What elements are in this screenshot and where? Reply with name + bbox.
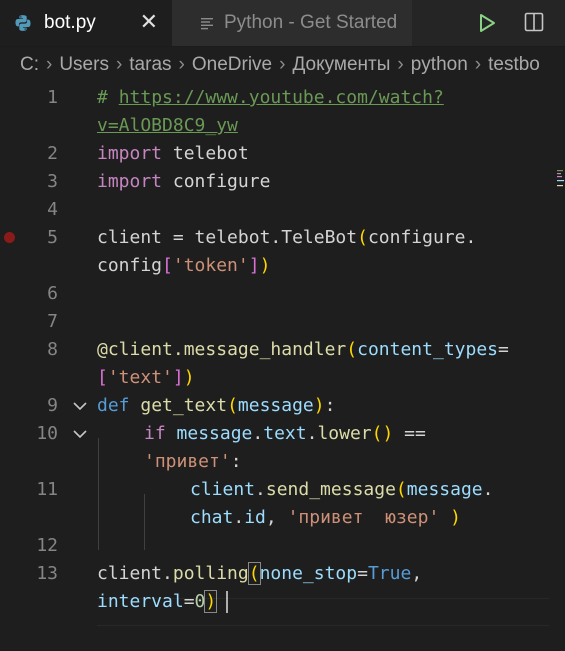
code-text: interval=0) [97, 590, 218, 613]
code-line-13[interactable]: 13 client.polling(none_stop=True, [0, 560, 565, 588]
code-text: v=AlOBD8C9_yw [97, 112, 238, 140]
comment-link[interactable]: v=AlOBD8C9_yw [97, 115, 238, 136]
code-text: client.send_message(message. [190, 479, 494, 500]
code-line-8-wrap[interactable]: ['text']) [0, 364, 565, 392]
code-text: ['text']) [97, 367, 195, 388]
chevron-right-icon: › [46, 54, 53, 75]
breadcrumb-item[interactable]: OneDrive [192, 54, 272, 76]
split-editor-icon[interactable] [524, 11, 544, 33]
chevron-right-icon: › [178, 54, 185, 75]
code-line-2[interactable]: 2 import telebot [0, 140, 565, 168]
chevron-right-icon: › [474, 54, 482, 75]
code-editor[interactable]: 1 # https://www.youtube.com/watch? v=AlO… [0, 84, 565, 651]
code-text: config['token']) [97, 255, 271, 276]
breadcrumb-item[interactable]: taras [129, 54, 171, 76]
tab-label: Python - Get Started [224, 12, 398, 33]
code-line-1[interactable]: 1 # https://www.youtube.com/watch? [0, 84, 565, 112]
line-number: 12 [36, 535, 58, 556]
line-number: 13 [36, 563, 58, 584]
tab-python-get-started[interactable]: Python - Get Started [172, 0, 412, 46]
code-text: client = telebot.TeleBot(configure. [97, 227, 477, 248]
code-line-11[interactable]: 11 client.send_message(message. [0, 476, 565, 504]
tab-label: bot.py [44, 12, 96, 33]
chevron-right-icon: › [397, 54, 404, 75]
breadcrumb: C: › Users › taras › OneDrive › Документ… [0, 47, 565, 83]
code-text: 'привет': [144, 451, 242, 472]
run-play-icon[interactable] [477, 12, 497, 34]
code-text: if message.text.lower() == [144, 423, 426, 444]
chevron-right-icon: › [279, 54, 286, 75]
line-number: 2 [47, 143, 58, 164]
close-tab-icon[interactable]: ✕ [140, 11, 158, 33]
code-line-6[interactable]: 6 [0, 280, 565, 308]
breadcrumb-item[interactable]: Users [59, 54, 109, 76]
line-number: 8 [47, 339, 58, 360]
line-number: 10 [36, 423, 58, 444]
code-line-13-wrap[interactable]: interval=0) [0, 588, 565, 616]
line-number: 4 [47, 199, 58, 220]
line-number: 11 [36, 479, 58, 500]
code-line-1-wrap[interactable]: v=AlOBD8C9_yw [0, 112, 565, 140]
breadcrumb-item[interactable]: testbo [488, 54, 540, 76]
line-number: 3 [47, 171, 58, 192]
line-number: 1 [47, 87, 58, 108]
code-text: def get_text(message): [97, 395, 336, 416]
fold-chevron-icon[interactable] [70, 392, 90, 420]
code-text: import telebot [97, 143, 249, 164]
text-cursor [226, 591, 228, 613]
code-text: client.polling(none_stop=True, [97, 562, 423, 585]
code-line-10[interactable]: 10 if message.text.lower() == [0, 420, 565, 448]
line-number: 9 [47, 395, 58, 416]
preview-icon [201, 18, 213, 30]
line-number: 7 [47, 311, 58, 332]
matched-bracket: ( [247, 562, 261, 585]
breadcrumb-item[interactable]: C: [20, 54, 39, 76]
code-line-12[interactable]: 12 [0, 532, 565, 560]
line-number: 6 [47, 283, 58, 304]
code-line-7[interactable]: 7 [0, 308, 565, 336]
fold-chevron-icon[interactable] [70, 420, 90, 448]
code-line-10-wrap[interactable]: 'привет': [0, 448, 565, 476]
chevron-right-icon: › [115, 54, 123, 75]
matched-bracket: ) [204, 590, 218, 613]
tab-bar: bot.py ✕ Python - Get Started [0, 0, 565, 47]
code-text: @client.message_handler(content_types= [97, 339, 509, 360]
code-line-4[interactable]: 4 [0, 196, 565, 224]
code-line-11-wrap[interactable]: chat.id, 'привет юзер' ) [0, 504, 565, 532]
breadcrumb-item[interactable]: python [411, 54, 468, 76]
line-number: 5 [47, 227, 58, 248]
code-text: chat.id, 'привет юзер' ) [190, 507, 461, 528]
code-text: # https://www.youtube.com/watch? [97, 87, 444, 108]
code-line-5-wrap[interactable]: config['token']) [0, 252, 565, 280]
code-line-8[interactable]: 8 @client.message_handler(content_types= [0, 336, 565, 364]
python-file-icon [15, 15, 31, 31]
tab-bot-py[interactable]: bot.py ✕ [0, 0, 172, 46]
code-line-5[interactable]: 5 client = telebot.TeleBot(configure. [0, 224, 565, 252]
code-line-3[interactable]: 3 import configure [0, 168, 565, 196]
code-text: import configure [97, 171, 271, 192]
comment-link[interactable]: https://www.youtube.com/watch? [119, 87, 444, 108]
breadcrumb-item[interactable]: Документы [292, 54, 390, 76]
code-line-9[interactable]: 9 def get_text(message): [0, 392, 565, 420]
